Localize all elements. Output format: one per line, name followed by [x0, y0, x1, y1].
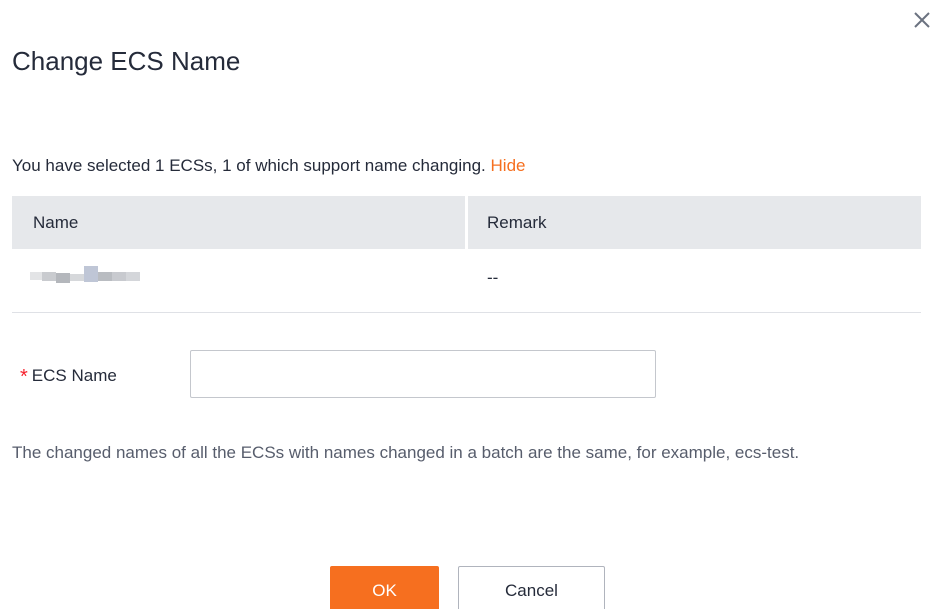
required-marker: *	[20, 366, 28, 388]
cancel-button[interactable]: Cancel	[458, 566, 605, 609]
ecs-name-label-text: ECS Name	[31, 366, 117, 385]
remark-cell: --	[487, 268, 499, 287]
column-header-name: Name	[33, 213, 79, 232]
change-ecs-name-dialog: Change ECS Name You have selected 1 ECSs…	[0, 0, 950, 609]
ecs-name-redacted	[30, 266, 140, 286]
batch-rename-help-text: The changed names of all the ECSs with n…	[12, 443, 800, 462]
selection-summary: You have selected 1 ECSs, 1 of which sup…	[12, 155, 526, 177]
close-icon[interactable]	[908, 6, 936, 34]
table-header: Name Remark	[12, 196, 921, 249]
table-row: --	[12, 249, 921, 313]
selection-summary-text: You have selected 1 ECSs, 1 of which sup…	[12, 156, 486, 175]
ok-button[interactable]: OK	[330, 566, 439, 609]
ecs-name-input[interactable]	[190, 350, 656, 398]
dialog-title: Change ECS Name	[12, 46, 241, 76]
column-header-remark: Remark	[487, 213, 547, 232]
column-divider	[465, 196, 468, 249]
selected-ecs-table: Name Remark --	[12, 196, 921, 313]
ecs-name-label: * ECS Name	[20, 364, 117, 389]
hide-link[interactable]: Hide	[491, 156, 526, 175]
